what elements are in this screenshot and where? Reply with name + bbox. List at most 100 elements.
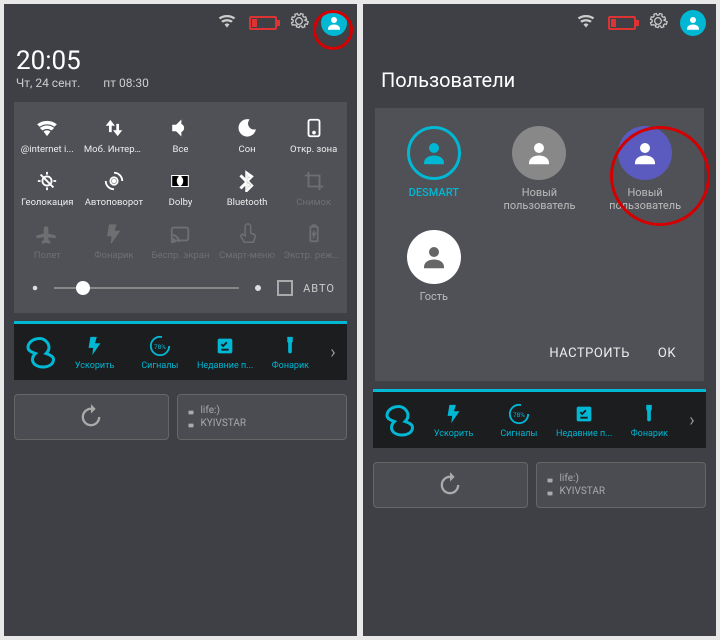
- recent-icon: [572, 402, 596, 426]
- boost-icon: [83, 334, 107, 358]
- appbar-flash[interactable]: Фонарик: [617, 402, 682, 439]
- qs-tile-screenshot[interactable]: Снимок: [280, 161, 347, 214]
- smartmenu-icon: [235, 222, 259, 246]
- appbar-label: Недавние п...: [556, 429, 612, 439]
- qs-tile-label: Полет: [34, 250, 61, 261]
- qs-tile-label: Моб. Интернет: [84, 144, 144, 155]
- qs-tile-smartmenu[interactable]: Смарт-меню: [214, 214, 281, 267]
- dolby-icon: [168, 169, 192, 193]
- appbar-label: Фонарик: [272, 361, 309, 371]
- qs-tile-label: Фонарик: [94, 250, 133, 261]
- location-icon: [35, 169, 59, 193]
- sleep-icon: [235, 116, 259, 140]
- phone-right: Пользователи DESMART Новыйпользователь Н…: [363, 4, 716, 636]
- qs-tile-airplane[interactable]: Полет: [14, 214, 81, 267]
- user-avatar-icon: [407, 126, 461, 180]
- qs-tile-label: Геолокация: [21, 197, 73, 208]
- sim-info-tile[interactable]: life:) KYIVSTAR: [177, 394, 348, 440]
- auto-brightness-checkbox[interactable]: [277, 280, 293, 296]
- user-new1[interactable]: Новыйпользователь: [487, 120, 593, 224]
- qs-tile-location[interactable]: Геолокация: [14, 161, 81, 214]
- qs-tile-hotspot[interactable]: Откр. зона: [280, 108, 347, 161]
- battery-icon: [608, 16, 636, 30]
- user-guest[interactable]: Гость: [381, 224, 487, 328]
- appbar-flash[interactable]: Фонарик: [258, 334, 323, 371]
- qs-tile-label: @internet i...: [21, 144, 74, 155]
- sim-history-tile[interactable]: [373, 462, 528, 508]
- status-bar: [4, 4, 357, 42]
- sim1-label: life:): [560, 473, 579, 484]
- wifi-icon: [217, 11, 237, 35]
- phone-left: 20:05 Чт, 24 сент. пт 08:30 @internet i.…: [4, 4, 357, 636]
- alarm-text: пт 08:30: [103, 76, 149, 90]
- ok-button[interactable]: OK: [658, 346, 676, 361]
- qs-tile-rotate[interactable]: Автоповорот: [81, 161, 148, 214]
- user-new2[interactable]: Новыйпользователь: [592, 120, 698, 224]
- user-avatar-icon: [512, 126, 566, 180]
- appbar-recent[interactable]: Недавние п...: [193, 334, 258, 371]
- recent-icon: [213, 334, 237, 358]
- appbar-boost[interactable]: Ускорить: [62, 334, 127, 371]
- boost-icon: [442, 402, 466, 426]
- sim-info-tile[interactable]: life:) KYIVSTAR: [536, 462, 707, 508]
- qs-tile-dolby[interactable]: Dolby: [147, 161, 214, 214]
- 360-logo-icon[interactable]: [18, 330, 62, 374]
- qs-tile-sound[interactable]: Все: [147, 108, 214, 161]
- dialog-buttons: НАСТРОИТЬ OK: [381, 328, 698, 375]
- 360-logo-icon[interactable]: [377, 398, 421, 442]
- qs-tile-powersave[interactable]: Экстр. режим: [280, 214, 347, 267]
- settings-gear-icon[interactable]: [648, 11, 668, 35]
- sim-history-tile[interactable]: [14, 394, 169, 440]
- powersave-icon: [302, 222, 326, 246]
- qs-tile-flashlight[interactable]: Фонарик: [81, 214, 148, 267]
- sun-high-icon: [249, 279, 267, 297]
- date-alarm: Чт, 24 сент. пт 08:30: [16, 76, 345, 90]
- brightness-thumb[interactable]: [76, 281, 90, 295]
- alarm-icon: [86, 78, 97, 89]
- auto-brightness-label: АВТО: [303, 282, 335, 295]
- qs-tile-label: Bluetooth: [227, 197, 268, 208]
- sim-row: life:) KYIVSTAR: [373, 462, 706, 508]
- qs-tile-label: Все: [173, 144, 189, 155]
- qs-tile-label: Беспр. экран: [152, 250, 210, 261]
- bluetooth-icon: [235, 169, 259, 193]
- appbar-label: Ускорить: [75, 361, 114, 371]
- qs-tile-label: Dolby: [169, 197, 193, 208]
- rotate-icon: [102, 169, 126, 193]
- brightness-slider[interactable]: АВТО: [14, 267, 347, 311]
- brightness-track[interactable]: [54, 287, 239, 289]
- user-label: DESMART: [409, 186, 459, 212]
- cast-icon: [168, 222, 192, 246]
- user-desmart[interactable]: DESMART: [381, 120, 487, 224]
- flash-icon: [637, 402, 661, 426]
- sim-row: life:) KYIVSTAR: [14, 394, 347, 440]
- qs-tile-sleep[interactable]: Сон: [214, 108, 281, 161]
- flash-icon: [278, 334, 302, 358]
- appbar-signals[interactable]: 78%Сигналы: [486, 402, 551, 439]
- qs-tile-mobdata[interactable]: Моб. Интернет: [81, 108, 148, 161]
- appbar-boost[interactable]: Ускорить: [421, 402, 486, 439]
- settings-gear-icon[interactable]: [289, 11, 309, 35]
- appbar-recent[interactable]: Недавние п...: [552, 402, 617, 439]
- svg-text:78%: 78%: [513, 410, 525, 418]
- chevron-right-icon[interactable]: ›: [682, 410, 702, 431]
- qs-tile-bluetooth[interactable]: Bluetooth: [214, 161, 281, 214]
- appbar-signals[interactable]: 78%Сигналы: [127, 334, 192, 371]
- qs-tile-label: Сон: [239, 144, 256, 155]
- quick-settings-panel: @internet i... Моб. Интернет Все Сон Откр. з…: [14, 102, 347, 313]
- sound-icon: [168, 116, 192, 140]
- sim1-label: life:): [201, 405, 220, 416]
- chevron-right-icon[interactable]: ›: [323, 342, 343, 363]
- flashlight-icon: [102, 222, 126, 246]
- qs-tile-cast[interactable]: Беспр. экран: [147, 214, 214, 267]
- user-avatar-icon[interactable]: [680, 10, 706, 36]
- qs-tile-wifi[interactable]: @internet i...: [14, 108, 81, 161]
- configure-button[interactable]: НАСТРОИТЬ: [549, 346, 630, 361]
- wifi-icon: [576, 11, 596, 35]
- wifi-icon: [35, 116, 59, 140]
- signals-icon: 78%: [507, 402, 531, 426]
- panel-title: Пользователи: [363, 42, 716, 102]
- user-avatar-icon[interactable]: [321, 10, 347, 36]
- sim2-label: KYIVSTAR: [560, 486, 606, 497]
- appbar-label: Фонарик: [631, 429, 668, 439]
